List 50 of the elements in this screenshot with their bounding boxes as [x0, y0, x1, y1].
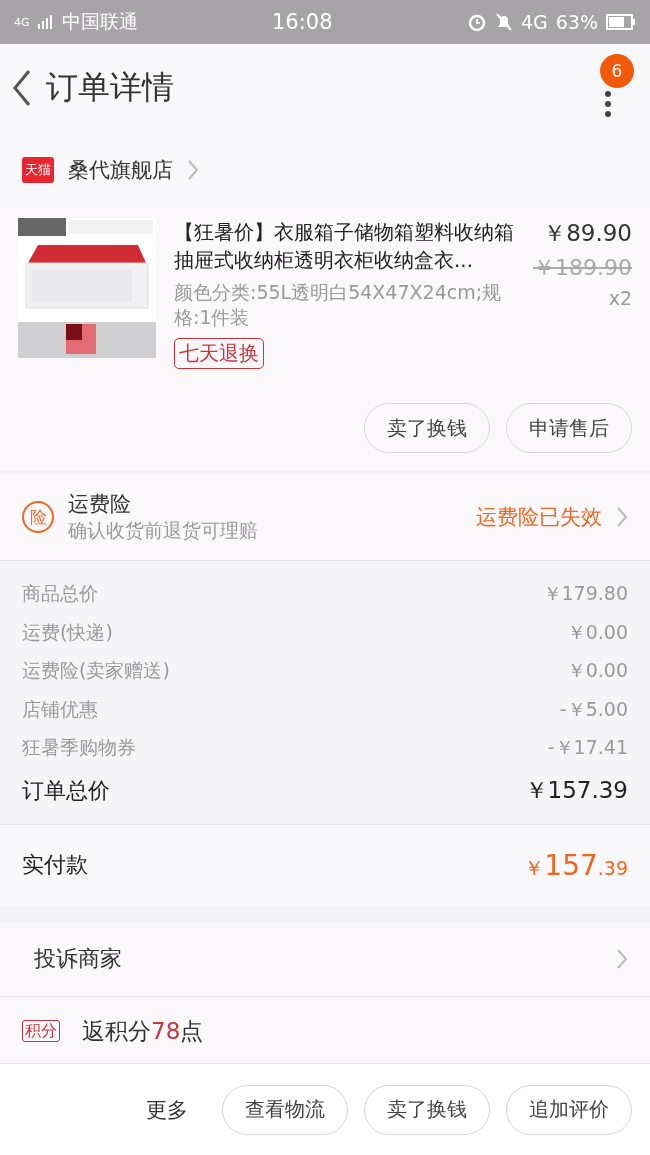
price-value: ￥179.80 [542, 581, 628, 607]
network-type: 4G [520, 11, 548, 33]
action-button[interactable]: 查看物流 [222, 1084, 348, 1135]
page-title: 订单详情 [46, 67, 174, 108]
battery-percent: 63% [555, 11, 598, 33]
price-label: 店铺优惠 [22, 696, 98, 722]
alarm-icon [466, 12, 487, 32]
signal-icon [37, 15, 54, 29]
product-specs: 颜色分类:55L透明白54X47X24cm;规格:1件装 [174, 280, 503, 330]
total-label: 订单总价 [22, 776, 110, 805]
store-tag: 天猫 [22, 157, 54, 183]
back-icon[interactable] [12, 69, 32, 107]
price-value: ￥0.00 [566, 658, 628, 684]
shop-name[interactable]: 桑代旗舰店 [68, 156, 173, 184]
price-label: 运费(快递) [22, 619, 113, 645]
quantity: x2 [608, 287, 632, 309]
insurance-subtitle: 确认收货前退货可理赔 [68, 518, 259, 543]
price-value: -￥5.00 [559, 696, 628, 722]
price-value: -￥17.41 [547, 735, 628, 761]
price-value: ￥0.00 [566, 619, 628, 645]
chevron-icon [187, 159, 199, 181]
more-icon[interactable] [604, 90, 612, 118]
action-button[interactable]: 追加评价 [506, 1084, 632, 1135]
action-button[interactable]: 卖了换钱 [364, 1084, 490, 1135]
price-label: 商品总价 [22, 581, 98, 607]
points-tag: 积分 [22, 1019, 60, 1042]
action-button[interactable]: 卖了换钱 [364, 403, 490, 453]
chevron-icon [616, 506, 628, 528]
bell-off-icon [494, 12, 513, 32]
paid-label: 实付款 [22, 851, 88, 879]
insurance-icon: 险 [22, 501, 54, 533]
total-value: ￥157.39 [524, 776, 628, 805]
carrier-label: 中国联通 [61, 9, 138, 34]
more-link[interactable]: 更多 [146, 1095, 188, 1124]
points-text: 返积分78点 [82, 1016, 204, 1046]
return-policy-tag: 七天退换 [174, 338, 264, 369]
clock: 16:08 [272, 10, 333, 34]
product-title[interactable]: 【狂暑价】衣服箱子储物箱塑料收纳箱抽屉式收纳柜透明衣柜收纳盒衣... [174, 218, 514, 274]
paid-amount: ￥157.39 [524, 848, 628, 882]
original-price: ￥189.90 [533, 254, 632, 282]
action-button[interactable]: 申请售后 [506, 403, 632, 453]
insurance-title: 运费险 [68, 491, 132, 518]
battery-icon [606, 14, 636, 30]
product-price: ￥89.90 [543, 219, 632, 248]
price-label: 狂暑季购物券 [22, 735, 136, 761]
price-label: 运费险(卖家赠送) [22, 658, 170, 684]
notification-badge: 6 [600, 54, 634, 88]
complaint-link[interactable]: 投诉商家 [34, 944, 122, 974]
chevron-icon [616, 948, 628, 970]
network-indicator: 4G [14, 15, 30, 29]
